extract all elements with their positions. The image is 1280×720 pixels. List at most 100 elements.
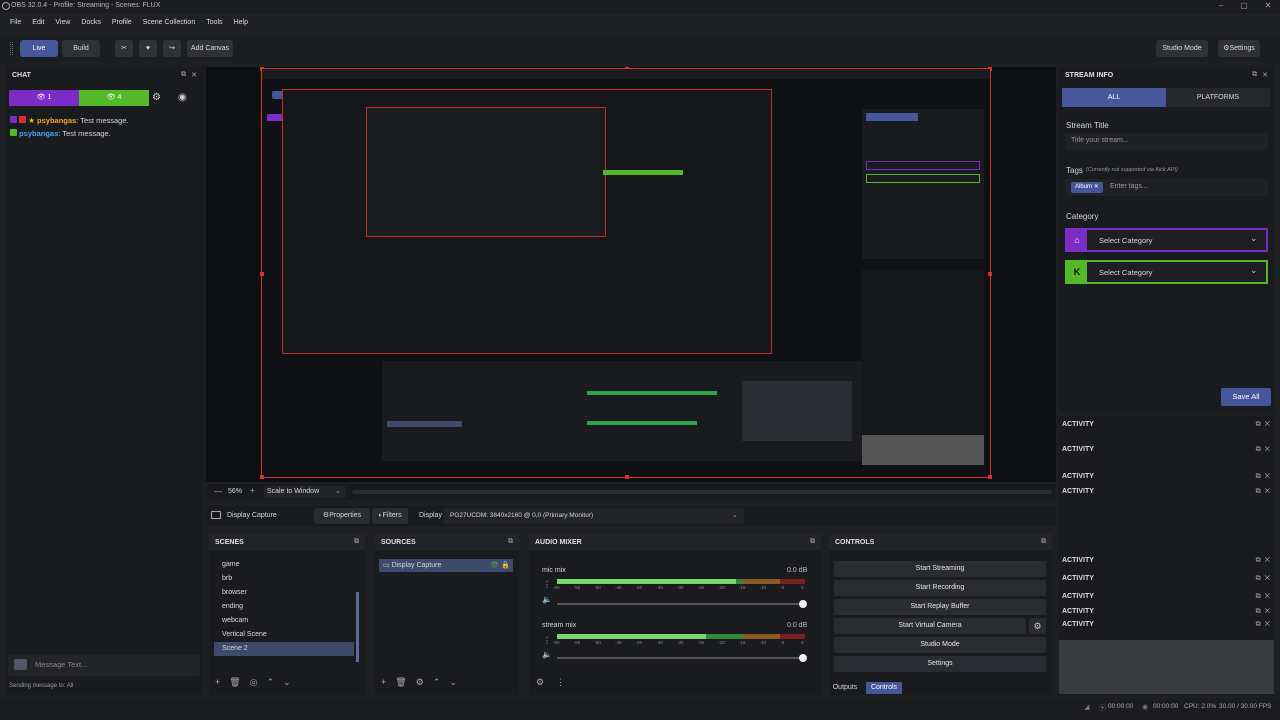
close-icon[interactable]: ✕ [1265,557,1274,564]
menu-view[interactable]: View [55,19,70,26]
float-icon[interactable]: ⧉ [1256,488,1265,495]
studio-mode-control-button[interactable]: Studio Mode [834,637,1046,653]
volume-slider[interactable] [557,600,807,608]
transform-handle[interactable] [260,272,264,276]
scene-item-ending[interactable]: ending [214,600,354,614]
chat-input[interactable]: Message Text... [8,654,200,676]
remove-tag-icon[interactable]: ✕ [1094,184,1099,190]
scale-mode-select[interactable]: Scale to Window ⌄ [264,486,346,498]
scene-item-scene-2[interactable]: Scene 2 [214,642,354,656]
speaker-icon[interactable]: 🔈 [542,595,552,604]
float-icon[interactable]: ⧉ [1256,421,1265,428]
start-recording-button[interactable]: Start Recording [834,580,1046,596]
menu-scene-collection[interactable]: Scene Collection [143,19,196,26]
maximize-button[interactable]: ▢ [1234,0,1254,12]
kebab-menu-icon[interactable]: ⋮ [543,636,551,645]
float-icon[interactable]: ⧉ [508,538,513,546]
chat-settings-icon[interactable]: ⚙ [152,92,166,106]
source-item[interactable]: ▭ Display Capture 👁 🔒 [379,559,513,572]
lock-icon[interactable]: 🔒 [501,559,510,572]
close-icon[interactable]: ✕ [1265,621,1274,628]
save-all-button[interactable]: Save All [1221,388,1271,406]
zoom-in-icon[interactable]: + [250,486,255,495]
studio-mode-button[interactable]: Studio Mode [1156,40,1208,57]
transform-handle[interactable] [988,475,992,479]
minimize-button[interactable]: – [1211,0,1231,12]
build-button[interactable]: Build [62,40,100,57]
scene-item-browser[interactable]: browser [214,586,354,600]
virtual-camera-settings-icon[interactable]: ⚙ [1029,618,1046,634]
close-icon[interactable]: ✕ [1265,575,1274,582]
settings-button[interactable]: ⚙Settings [1218,40,1260,57]
kebab-menu-icon[interactable]: ⋮ [543,580,551,589]
twitch-category-select[interactable]: ⌂ Select Category ⌄ [1065,228,1268,252]
close-icon[interactable]: ✕ [191,71,197,79]
transform-handle[interactable] [988,272,992,276]
chat-username[interactable]: psybangas [37,116,76,125]
share-icon[interactable]: ↪ [163,40,181,57]
drag-handle-icon[interactable] [10,42,13,55]
move-up-icon[interactable]: ⌃ [267,677,275,688]
preview-canvas[interactable] [260,67,992,479]
float-icon[interactable]: ⧉ [1252,71,1257,79]
close-icon[interactable]: ✕ [1265,473,1274,480]
speaker-icon[interactable]: 🔈 [542,650,552,659]
float-icon[interactable]: ⧉ [1256,593,1265,600]
float-icon[interactable]: ⧉ [1256,446,1265,453]
display-select[interactable]: PG27UCDM: 3840x2160 @ 0,0 (Primary Monit… [444,508,744,524]
live-button[interactable]: Live [20,40,58,57]
start-virtual-camera-button[interactable]: Start Virtual Camera [834,618,1026,634]
move-down-icon[interactable]: ⌄ [283,677,291,688]
float-icon[interactable]: ⧉ [1256,621,1265,628]
properties-button[interactable]: ⚙Properties [314,508,370,524]
trash-icon[interactable]: 🗑 [395,677,406,688]
slider-handle[interactable] [799,600,807,608]
heart-icon[interactable]: ♥ [139,40,157,57]
move-up-icon[interactable]: ⌃ [433,677,441,688]
scene-item-brb[interactable]: brb [214,572,354,586]
tag-chip[interactable]: Album ✕ [1071,182,1103,193]
close-icon[interactable]: ✕ [1262,71,1268,79]
tab-outputs[interactable]: Outputs [830,682,860,694]
float-icon[interactable]: ⧉ [181,71,186,79]
close-icon[interactable]: ✕ [1265,608,1274,615]
preview-scrollbar[interactable] [352,490,1052,494]
menu-tools[interactable]: Tools [206,19,222,26]
float-icon[interactable]: ⧉ [1041,538,1046,546]
float-icon[interactable]: ⧉ [1256,608,1265,615]
float-icon[interactable]: ⧉ [354,538,359,546]
float-icon[interactable]: ⧉ [1256,575,1265,582]
tags-input[interactable]: Album ✕ Enter tags... [1065,179,1268,196]
gear-icon[interactable]: ⚙ [416,677,424,688]
close-icon[interactable]: ✕ [1265,488,1274,495]
move-down-icon[interactable]: ⌄ [449,677,457,688]
add-icon[interactable]: + [381,677,386,688]
chat-popout-icon[interactable]: ◉ [178,92,192,106]
close-button[interactable]: ✕ [1258,0,1278,12]
menu-docks[interactable]: Docks [81,19,100,26]
transform-handle[interactable] [260,475,264,479]
tools-icon[interactable]: ✂ [115,40,133,57]
scene-item-vertical-scene[interactable]: Vertical Scene [214,628,354,642]
twitch-viewers-badge[interactable]: 👁 1 [9,90,79,106]
zoom-out-icon[interactable]: — [214,487,222,496]
scenes-scrollbar[interactable] [356,592,359,662]
chat-username[interactable]: psybangas [19,129,58,138]
start-streaming-button[interactable]: Start Streaming [834,561,1046,577]
add-icon[interactable]: + [215,677,220,688]
slider-handle[interactable] [799,654,807,662]
float-icon[interactable]: ⧉ [1256,473,1265,480]
scene-item-game[interactable]: game [214,558,354,572]
close-icon[interactable]: ✕ [1265,446,1274,453]
tab-controls[interactable]: Controls [866,682,902,694]
close-icon[interactable]: ✕ [1265,421,1274,428]
transform-handle[interactable] [625,475,629,479]
kebab-menu-icon[interactable]: ⋮ [556,677,565,688]
menu-profile[interactable]: Profile [112,19,132,26]
gear-icon[interactable]: ⚙ [536,677,544,688]
tab-all[interactable]: ALL [1062,88,1166,107]
eye-icon[interactable]: 👁 [490,559,499,572]
filters-button[interactable]: ◐Filters [372,508,408,524]
float-icon[interactable]: ⧉ [810,538,815,546]
stream-title-input[interactable]: Title your stream... [1065,133,1268,150]
